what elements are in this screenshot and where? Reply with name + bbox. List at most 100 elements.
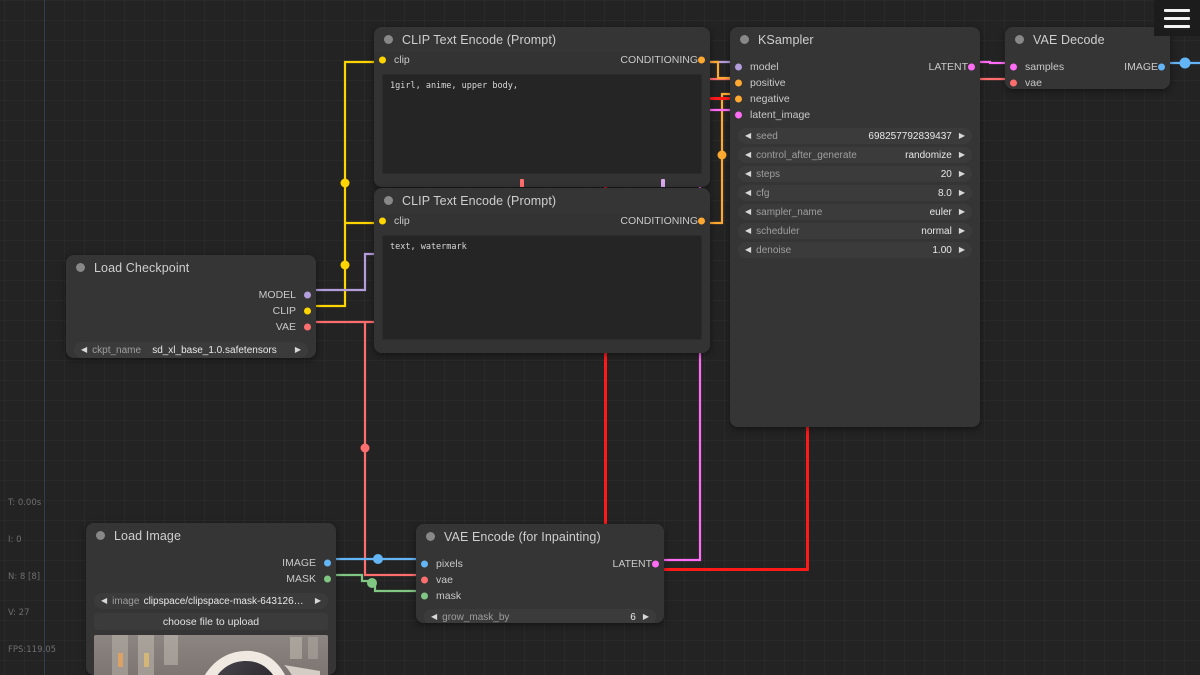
node-title-bar[interactable]: CLIP Text Encode (Prompt) bbox=[374, 27, 710, 52]
decrement-arrow-icon[interactable]: ◀ bbox=[745, 151, 751, 159]
increment-arrow-icon[interactable]: ▶ bbox=[295, 346, 301, 354]
slot-dot-clip-icon[interactable] bbox=[379, 217, 386, 225]
output-slot-mask[interactable]: MASK bbox=[86, 571, 336, 587]
input-slot-latent-image[interactable]: latent_image bbox=[730, 107, 980, 123]
node-vae-decode[interactable]: VAE Decode samples IMAGE vae bbox=[1005, 27, 1170, 89]
node-title-bar[interactable]: CLIP Text Encode (Prompt) bbox=[374, 188, 710, 213]
widget-scheduler[interactable]: ◀ scheduler normal ▶ bbox=[738, 223, 972, 239]
widget-denoise[interactable]: ◀ denoise 1.00 ▶ bbox=[738, 242, 972, 258]
decrement-arrow-icon[interactable]: ◀ bbox=[101, 597, 107, 605]
input-slot-clip[interactable]: clip CONDITIONING bbox=[374, 52, 710, 68]
increment-arrow-icon[interactable]: ▶ bbox=[959, 208, 965, 216]
slot-dot-vae-icon[interactable] bbox=[304, 323, 311, 331]
node-vae-encode-inpainting[interactable]: VAE Encode (for Inpainting) pixels LATEN… bbox=[416, 524, 664, 623]
widget-cfg[interactable]: ◀ cfg 8.0 ▶ bbox=[738, 185, 972, 201]
increment-arrow-icon[interactable]: ▶ bbox=[959, 132, 965, 140]
choose-file-to-upload-button[interactable]: choose file to upload bbox=[94, 613, 328, 630]
output-slot-label: IMAGE bbox=[1124, 61, 1158, 73]
slot-dot-vae-icon[interactable] bbox=[421, 576, 428, 584]
decrement-arrow-icon[interactable]: ◀ bbox=[745, 246, 751, 254]
decrement-arrow-icon[interactable]: ◀ bbox=[745, 227, 751, 235]
slot-dot-latent-icon[interactable] bbox=[968, 63, 975, 71]
widget-value: normal bbox=[921, 225, 952, 237]
input-slot-samples[interactable]: samples IMAGE bbox=[1005, 59, 1170, 75]
node-title-bar[interactable]: VAE Decode bbox=[1005, 27, 1170, 52]
prompt-textarea[interactable]: 1girl, anime, upper body, bbox=[382, 74, 702, 174]
input-slot-vae[interactable]: vae bbox=[416, 572, 664, 588]
slot-dot-image-icon[interactable] bbox=[421, 560, 428, 568]
node-ksampler[interactable]: KSampler model LATENT positive negative … bbox=[730, 27, 980, 427]
slot-dot-mask-icon[interactable] bbox=[421, 592, 428, 600]
decrement-arrow-icon[interactable]: ◀ bbox=[745, 170, 751, 178]
decrement-arrow-icon[interactable]: ◀ bbox=[745, 208, 751, 216]
node-title-bar[interactable]: KSampler bbox=[730, 27, 980, 52]
slot-dot-clip-icon[interactable] bbox=[304, 307, 311, 315]
widget-grow-mask-by[interactable]: ◀ grow_mask_by 6 ▶ bbox=[424, 609, 656, 623]
input-slot-pixels[interactable]: pixels LATENT bbox=[416, 556, 664, 572]
increment-arrow-icon[interactable]: ▶ bbox=[959, 227, 965, 235]
widget-seed[interactable]: ◀ seed 698257792839437 ▶ bbox=[738, 128, 972, 144]
widget-ckpt-name[interactable]: ◀ ckpt_name sd_xl_base_1.0.safetensors ▶ bbox=[74, 342, 308, 358]
node-title-text: VAE Decode bbox=[1033, 32, 1105, 47]
node-load-image[interactable]: Load Image IMAGE MASK ◀ image clipspace/… bbox=[86, 523, 336, 675]
decrement-arrow-icon[interactable]: ◀ bbox=[431, 613, 437, 621]
input-slot-mask[interactable]: mask bbox=[416, 588, 664, 604]
slot-dot-conditioning-icon[interactable] bbox=[735, 95, 742, 103]
collapse-dot-icon[interactable] bbox=[426, 532, 435, 541]
input-slot-clip[interactable]: clip CONDITIONING bbox=[374, 213, 710, 229]
node-title-bar[interactable]: Load Checkpoint bbox=[66, 255, 316, 280]
increment-arrow-icon[interactable]: ▶ bbox=[959, 151, 965, 159]
output-slot-model[interactable]: MODEL bbox=[66, 287, 316, 303]
increment-arrow-icon[interactable]: ▶ bbox=[959, 246, 965, 254]
prompt-textarea[interactable]: text, watermark bbox=[382, 235, 702, 340]
image-preview-art bbox=[94, 635, 328, 675]
slot-dot-conditioning-icon[interactable] bbox=[698, 56, 705, 64]
slot-dot-latent-icon[interactable] bbox=[735, 111, 742, 119]
input-slot-positive[interactable]: positive bbox=[730, 75, 980, 91]
input-slot-negative[interactable]: negative bbox=[730, 91, 980, 107]
decrement-arrow-icon[interactable]: ◀ bbox=[81, 346, 87, 354]
resize-nub-left[interactable] bbox=[520, 179, 524, 187]
collapse-dot-icon[interactable] bbox=[96, 531, 105, 540]
menu-bar-top bbox=[1164, 8, 1190, 12]
decrement-arrow-icon[interactable]: ◀ bbox=[745, 189, 751, 197]
resize-nub-right[interactable] bbox=[661, 179, 665, 187]
menu-bar-bottom bbox=[1164, 24, 1190, 28]
decrement-arrow-icon[interactable]: ◀ bbox=[745, 132, 751, 140]
widget-image[interactable]: ◀ image clipspace/clipspace-mask-643126…… bbox=[94, 593, 328, 609]
hamburger-menu-button[interactable] bbox=[1154, 0, 1200, 36]
slot-dot-model-icon[interactable] bbox=[735, 63, 742, 71]
collapse-dot-icon[interactable] bbox=[384, 35, 393, 44]
collapse-dot-icon[interactable] bbox=[740, 35, 749, 44]
increment-arrow-icon[interactable]: ▶ bbox=[959, 170, 965, 178]
slot-dot-image-icon[interactable] bbox=[324, 559, 331, 567]
output-slot-image[interactable]: IMAGE bbox=[86, 555, 336, 571]
slot-dot-model-icon[interactable] bbox=[304, 291, 311, 299]
node-clip-text-encode-positive[interactable]: CLIP Text Encode (Prompt) clip CONDITION… bbox=[374, 27, 710, 187]
increment-arrow-icon[interactable]: ▶ bbox=[959, 189, 965, 197]
slot-dot-vae-icon[interactable] bbox=[1010, 79, 1017, 87]
node-title-bar[interactable]: VAE Encode (for Inpainting) bbox=[416, 524, 664, 549]
collapse-dot-icon[interactable] bbox=[384, 196, 393, 205]
node-title-bar[interactable]: Load Image bbox=[86, 523, 336, 548]
widget-sampler-name[interactable]: ◀ sampler_name euler ▶ bbox=[738, 204, 972, 220]
slot-dot-conditioning-icon[interactable] bbox=[698, 217, 705, 225]
slot-dot-conditioning-icon[interactable] bbox=[735, 79, 742, 87]
increment-arrow-icon[interactable]: ▶ bbox=[643, 613, 649, 621]
slot-dot-latent-icon[interactable] bbox=[652, 560, 659, 568]
slot-dot-mask-icon[interactable] bbox=[324, 575, 331, 583]
increment-arrow-icon[interactable]: ▶ bbox=[315, 597, 321, 605]
node-clip-text-encode-negative[interactable]: CLIP Text Encode (Prompt) clip CONDITION… bbox=[374, 188, 710, 353]
slot-dot-clip-icon[interactable] bbox=[379, 56, 386, 64]
node-load-checkpoint[interactable]: Load Checkpoint MODEL CLIP VAE ◀ ckpt_na… bbox=[66, 255, 316, 358]
input-slot-vae[interactable]: vae bbox=[1005, 75, 1170, 89]
collapse-dot-icon[interactable] bbox=[76, 263, 85, 272]
output-slot-clip[interactable]: CLIP bbox=[66, 303, 316, 319]
widget-control-after-generate[interactable]: ◀ control_after_generate randomize ▶ bbox=[738, 147, 972, 163]
output-slot-vae[interactable]: VAE bbox=[66, 319, 316, 335]
collapse-dot-icon[interactable] bbox=[1015, 35, 1024, 44]
slot-dot-image-icon[interactable] bbox=[1158, 63, 1165, 71]
widget-steps[interactable]: ◀ steps 20 ▶ bbox=[738, 166, 972, 182]
slot-dot-latent-icon[interactable] bbox=[1010, 63, 1017, 71]
input-slot-model[interactable]: model LATENT bbox=[730, 59, 980, 75]
